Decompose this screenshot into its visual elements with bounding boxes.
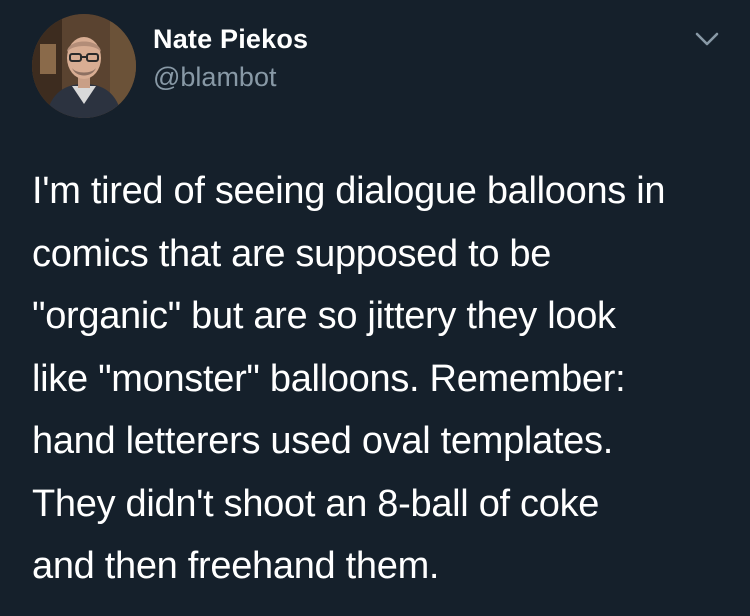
tweet-text: I'm tired of seeing dialogue balloons in…: [32, 170, 666, 587]
avatar[interactable]: [32, 14, 136, 118]
profile-photo-avatar-icon: [32, 14, 136, 118]
chevron-down-icon[interactable]: [694, 30, 720, 48]
tweet-card: Nate Piekos @blambot I'm tired of seeing…: [0, 0, 750, 616]
author-handle[interactable]: @blambot: [153, 61, 276, 93]
author-display-name[interactable]: Nate Piekos: [153, 23, 308, 55]
